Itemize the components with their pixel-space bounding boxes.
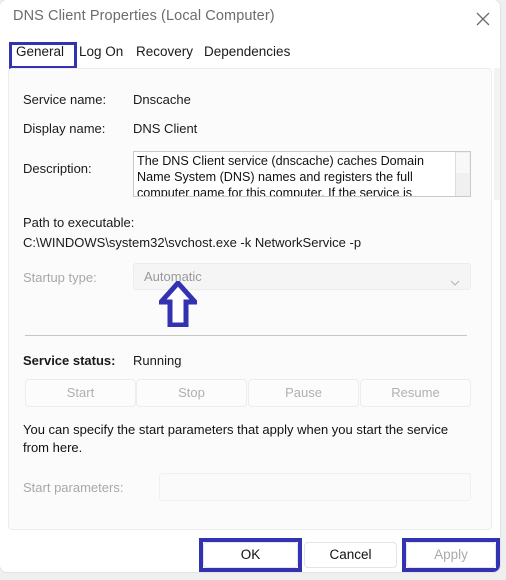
apply-button[interactable]: Apply xyxy=(406,542,496,568)
window-title: DNS Client Properties (Local Computer) xyxy=(13,8,275,24)
close-button[interactable] xyxy=(468,4,498,32)
description-textbox[interactable]: The DNS Client service (dnscache) caches… xyxy=(133,151,471,197)
description-scrollbar-track[interactable] xyxy=(455,152,470,196)
path-to-executable-label: Path to executable: xyxy=(23,215,135,230)
title-bar: DNS Client Properties (Local Computer) xyxy=(0,0,500,38)
startup-type-dropdown[interactable]: Automatic xyxy=(133,263,471,290)
stop-button[interactable]: Stop xyxy=(136,379,247,407)
description-label: Description: xyxy=(23,161,92,176)
service-properties-dialog: DNS Client Properties (Local Computer) G… xyxy=(0,0,500,572)
service-name-value: Dnscache xyxy=(133,92,191,107)
pause-button[interactable]: Pause xyxy=(248,379,359,407)
start-parameters-input[interactable] xyxy=(159,473,471,501)
start-parameters-label: Start parameters: xyxy=(23,480,124,495)
tab-strip: General Log On Recovery Dependencies xyxy=(0,38,500,68)
cancel-button[interactable]: Cancel xyxy=(304,542,397,568)
startup-type-label: Startup type: xyxy=(23,270,97,285)
service-status-label: Service status: xyxy=(23,353,116,368)
description-text: The DNS Client service (dnscache) caches… xyxy=(137,154,424,197)
startup-type-value: Automatic xyxy=(144,269,202,284)
start-button[interactable]: Start xyxy=(25,379,136,407)
path-to-executable-value: C:\WINDOWS\system32\svchost.exe -k Netwo… xyxy=(23,235,362,250)
tab-recovery[interactable]: Recovery xyxy=(136,38,193,66)
general-tab-panel: Service name: Dnscache Display name: DNS… xyxy=(8,68,492,530)
start-parameters-help-text: You can specify the start parameters tha… xyxy=(23,422,449,455)
ok-button[interactable]: OK xyxy=(203,542,298,568)
tab-dependencies[interactable]: Dependencies xyxy=(204,38,290,66)
resume-button[interactable]: Resume xyxy=(360,379,471,407)
display-name-label: Display name: xyxy=(23,121,106,136)
tab-log-on[interactable]: Log On xyxy=(79,38,123,66)
service-status-value: Running xyxy=(133,353,182,368)
chevron-down-icon xyxy=(450,274,460,292)
description-scrollbar-thumb[interactable] xyxy=(456,153,469,173)
display-name-value: DNS Client xyxy=(133,121,198,136)
service-name-label: Service name: xyxy=(23,92,107,107)
section-divider xyxy=(25,335,467,336)
tab-general[interactable]: General xyxy=(16,38,64,66)
